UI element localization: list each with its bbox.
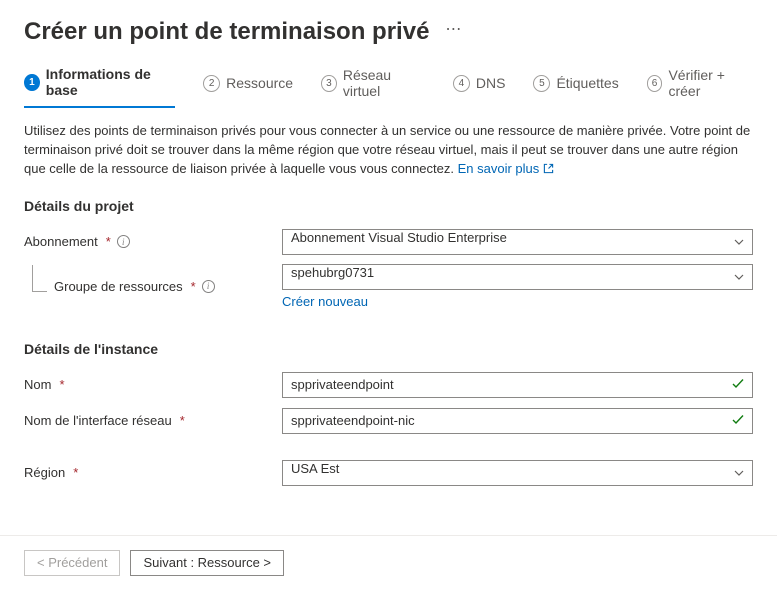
- subscription-label: Abonnement: [24, 234, 98, 249]
- tab-review-create[interactable]: 6 Vérifier + créer: [647, 66, 753, 108]
- tab-virtual-network[interactable]: 3 Réseau virtuel: [321, 66, 425, 108]
- more-icon[interactable]: ⋯: [445, 19, 462, 45]
- tab-label: Étiquettes: [556, 75, 618, 91]
- resource-group-select[interactable]: spehubrg0731: [282, 264, 753, 290]
- next-button[interactable]: Suivant : Ressource >: [130, 550, 284, 576]
- wizard-tabs: 1 Informations de base 2 Ressource 3 Rés…: [24, 66, 753, 108]
- tab-num-icon: 6: [647, 75, 663, 92]
- tab-tags[interactable]: 5 Étiquettes: [533, 66, 618, 108]
- name-input[interactable]: [282, 372, 753, 398]
- tab-num-icon: 5: [533, 75, 550, 92]
- project-details-heading: Détails du projet: [24, 198, 753, 214]
- subscription-select[interactable]: Abonnement Visual Studio Enterprise: [282, 229, 753, 255]
- create-new-link[interactable]: Créer nouveau: [282, 294, 368, 309]
- resource-group-label: Groupe de ressources: [54, 279, 183, 294]
- tab-num-icon: 3: [321, 75, 337, 92]
- external-link-icon: [543, 161, 554, 180]
- nic-name-label: Nom de l'interface réseau: [24, 413, 172, 428]
- nic-name-input[interactable]: [282, 408, 753, 434]
- learn-more-link[interactable]: En savoir plus: [458, 161, 554, 176]
- tab-resource[interactable]: 2 Ressource: [203, 66, 293, 108]
- tab-label: Ressource: [226, 75, 293, 91]
- required-marker: *: [180, 413, 185, 428]
- wizard-footer: < Précédent Suivant : Ressource >: [0, 535, 777, 590]
- required-marker: *: [106, 234, 111, 249]
- name-label: Nom: [24, 377, 51, 392]
- tab-num-icon: 4: [453, 75, 470, 92]
- tab-basics[interactable]: 1 Informations de base: [24, 66, 175, 108]
- tab-label: DNS: [476, 75, 506, 91]
- tab-label: Vérifier + créer: [668, 67, 753, 99]
- required-marker: *: [59, 377, 64, 392]
- required-marker: *: [73, 465, 78, 480]
- tab-num-icon: 2: [203, 75, 220, 92]
- info-icon[interactable]: i: [117, 235, 130, 248]
- region-label: Région: [24, 465, 65, 480]
- page-title: Créer un point de terminaison privé: [24, 18, 429, 46]
- tab-dns[interactable]: 4 DNS: [453, 66, 506, 108]
- intro-body: Utilisez des points de terminaison privé…: [24, 123, 750, 176]
- tab-label: Informations de base: [46, 66, 175, 98]
- tab-num-icon: 1: [24, 74, 40, 91]
- tab-label: Réseau virtuel: [343, 67, 425, 99]
- region-select[interactable]: USA Est: [282, 460, 753, 486]
- required-marker: *: [191, 279, 196, 294]
- instance-details-heading: Détails de l'instance: [24, 341, 753, 357]
- intro-text: Utilisez des points de terminaison privé…: [24, 122, 753, 180]
- info-icon[interactable]: i: [202, 280, 215, 293]
- previous-button: < Précédent: [24, 550, 120, 576]
